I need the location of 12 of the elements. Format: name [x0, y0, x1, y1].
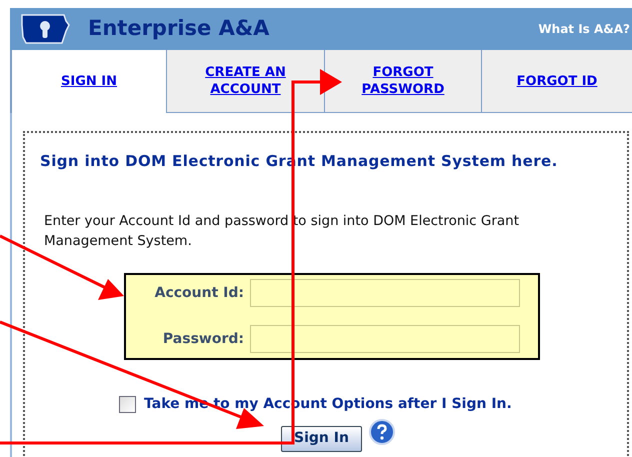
checkbox[interactable] — [119, 396, 136, 412]
tab[interactable]: FORGOT ID — [481, 50, 632, 113]
tab[interactable]: CREATE AN ACCOUNT — [166, 50, 324, 113]
sign-in-button[interactable]: Sign In — [281, 426, 362, 452]
app-title: Enterprise A&A — [88, 15, 270, 42]
input-field[interactable] — [250, 279, 520, 307]
field-label: Account Id: — [154, 284, 245, 302]
map-icon — [20, 13, 70, 45]
help-icon[interactable] — [369, 418, 395, 444]
input-field[interactable] — [250, 325, 520, 353]
tab[interactable]: FORGOT PASSWORD — [324, 50, 481, 113]
field-label: Password: — [162, 330, 245, 348]
